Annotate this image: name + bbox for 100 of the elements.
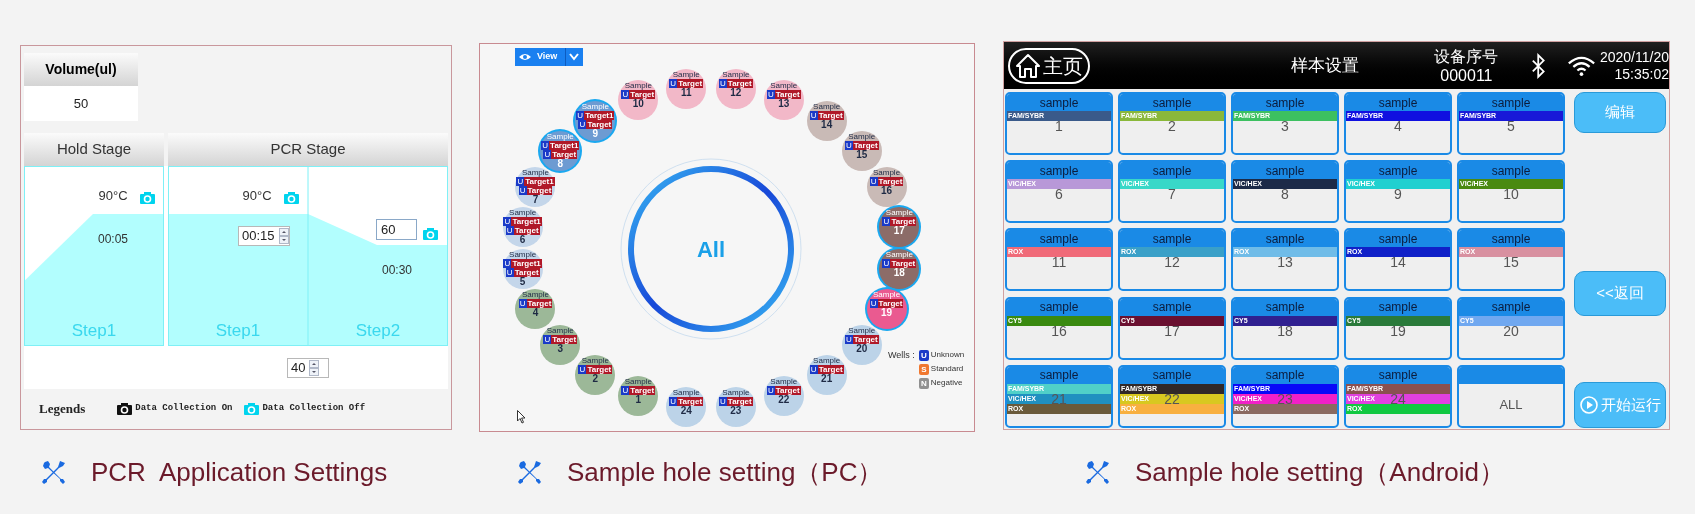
well-type-badge: S [918,363,929,375]
temperature-label: 90°C [97,188,129,204]
card-title: sample [1007,94,1111,111]
well[interactable]: Sample U Target 21 [806,354,847,395]
well-number: 23 [730,405,742,416]
well-number: 17 [893,226,905,237]
well[interactable]: Sample U Target 18 [879,248,920,289]
tools-icon [41,459,67,485]
card-title: sample [1346,366,1450,384]
well[interactable]: Sample U Target1 U Target 7 [515,166,556,207]
target-label: Target [677,79,704,89]
card-title: sample [1346,162,1450,180]
well-number: 9 [592,129,599,140]
well[interactable]: Sample U Target 11 [666,69,707,110]
well[interactable]: Sample U Target 2 [575,354,616,395]
sample-label: Sample [624,377,652,386]
type-badge: U [669,79,678,89]
sample-label: Sample [848,132,876,141]
target-label: Target [526,299,553,309]
sample-label: Sample [521,291,549,300]
type-badge: U [518,299,527,309]
type-badge: U [516,176,525,186]
well-number: 19 [880,308,893,319]
target-label: Target [877,299,904,309]
sample-label: Sample [672,71,700,80]
card-title: sample [1233,94,1337,111]
home-button[interactable]: 主页 [1008,47,1090,84]
card-title: sample [1459,298,1563,316]
well[interactable]: Sample U Target1 U Target 8 [540,130,581,171]
target-label: Target [726,396,753,406]
target-label: Target [513,267,540,277]
time-label: 15:35:02 [1614,65,1669,83]
type-badge: U [809,111,818,121]
temperature-field[interactable]: 60 [376,219,417,240]
sample-card[interactable]: ALL [1457,364,1565,428]
well[interactable]: Sample U Target 20 [841,325,882,366]
sample-label: Sample [872,168,901,177]
well[interactable]: Sample U Target 24 [666,386,707,427]
type-badge: U [669,396,678,406]
well-number: 13 [778,99,790,110]
well[interactable]: Sample U Target 12 [715,69,756,110]
play-icon [1579,396,1598,414]
well[interactable]: Sample U Target 16 [866,166,907,207]
sample-label: Sample [885,250,913,259]
well-number: 2 [592,373,599,384]
type-badge: U [621,385,630,395]
sample-label: Sample [770,82,798,91]
sample-label: Sample [546,132,574,141]
target-label: Target [551,149,578,159]
well[interactable]: Sample U Target 17 [879,207,920,248]
sample-label: Sample [672,388,700,397]
legend-label: Negative [930,377,963,389]
legend-title: Wells : [888,349,915,362]
view-button[interactable]: View [515,48,583,66]
eye-icon [519,53,531,61]
type-badge: U [766,385,775,395]
well[interactable]: Sample U Target 10 [618,80,659,121]
well[interactable]: Sample U Target 15 [841,130,882,171]
sample-label: Sample [581,103,609,112]
tools-icon [517,459,543,485]
card-title: sample [1233,298,1337,316]
cycles-spinner[interactable]: 40 [287,357,329,378]
well[interactable]: Sample U Target1 U Target 5 [502,248,543,289]
target-label: Target [877,176,904,186]
sample-label: Sample [624,82,652,91]
step-label: Step2 [354,320,402,342]
well[interactable]: Sample U Target 13 [763,80,804,121]
step-label: Step1 [70,320,118,342]
card-title: sample [1120,162,1224,180]
target-label: Target1 [511,217,542,227]
step-label: Step1 [214,320,262,342]
target-label: Target [526,185,553,195]
type-badge: U [882,217,891,227]
caption-text: Sample hole setting（Android） [1135,457,1505,487]
well-number: 20 [856,344,868,355]
target-label: Target [629,90,656,100]
spin-arrows-icon[interactable] [278,228,289,244]
card-title: sample [1120,366,1224,384]
well[interactable]: Sample U Target 3 [540,325,581,366]
well[interactable]: Sample U Target 14 [806,101,847,142]
well[interactable]: Sample U Target 23 [715,386,756,427]
sample-label: Sample [813,103,841,112]
well[interactable]: Sample U Target 1 [618,375,659,416]
well[interactable]: Sample U Target1 U Target 9 [575,101,616,142]
spin-arrows-icon[interactable] [309,359,320,376]
well[interactable]: Sample U Target1 U Target 6 [502,207,543,248]
card-title: sample [1007,366,1111,384]
type-badge: U [882,258,891,268]
home-icon [1014,52,1041,79]
card-label: ALL [1499,396,1523,415]
type-badge: U [543,335,552,345]
type-badge: U [869,176,878,186]
time-spinner[interactable]: 00:15 [238,226,290,246]
type-badge: U [809,364,818,374]
stage-header: Hold Stage [24,133,164,166]
card-title: sample [1007,162,1111,180]
card-title: sample [1459,94,1563,111]
sample-label: Sample [872,291,901,300]
sample-label: Sample [521,168,549,177]
well[interactable]: Sample U Target 22 [763,375,804,416]
